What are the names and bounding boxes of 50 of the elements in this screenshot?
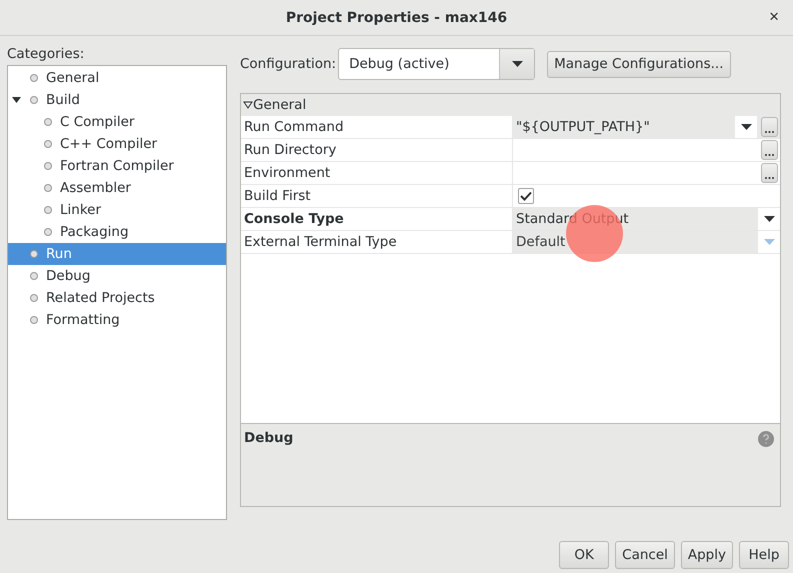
bullet-icon	[30, 96, 38, 104]
bullet-icon	[30, 316, 38, 324]
description-title: Debug	[244, 430, 294, 446]
bullet-icon	[44, 162, 52, 170]
dialog-button[interactable]: OK	[559, 541, 610, 569]
browse-button[interactable]	[761, 117, 778, 137]
bullet-icon	[30, 74, 38, 82]
tree-item[interactable]: Debug	[8, 265, 226, 287]
dropdown-arrow-icon	[512, 61, 523, 67]
tree-item[interactable]: C Compiler	[8, 111, 226, 133]
bullet-icon	[44, 118, 52, 126]
tree-item[interactable]: C++ Compiler	[8, 133, 226, 155]
tree-item[interactable]: Linker	[8, 199, 226, 221]
tree-item[interactable]: General	[8, 67, 226, 89]
dropdown-arrow-icon	[764, 216, 774, 222]
dropdown-arrow-icon	[740, 124, 752, 130]
help-icon	[758, 431, 774, 447]
bullet-icon	[30, 272, 38, 280]
property-name: Environment	[241, 162, 513, 184]
tree-item[interactable]: Assembler	[8, 177, 226, 199]
close-button[interactable]: ×	[769, 7, 779, 27]
bullet-icon	[30, 250, 38, 258]
tree-item[interactable]: Formatting	[8, 309, 226, 331]
property-name: Run Directory	[241, 139, 513, 161]
manage-configurations-button[interactable]: Manage Configurations...	[547, 50, 730, 78]
bullet-icon	[30, 294, 38, 302]
checkbox[interactable]	[518, 188, 534, 204]
categories-label: Categories:	[7, 45, 86, 64]
browse-button[interactable]	[761, 140, 778, 160]
dialog-button[interactable]: Help	[739, 541, 789, 569]
configuration-dropdown[interactable]: Debug (active)	[338, 48, 536, 80]
tree-item[interactable]: Packaging	[8, 221, 226, 243]
tree-item[interactable]: Related Projects	[8, 287, 226, 309]
window-title: Project Properties - max146	[286, 10, 508, 26]
value-field[interactable]: "${OUTPUT_PATH}"	[513, 116, 780, 138]
section-header: General	[253, 97, 306, 113]
bullet-icon	[44, 206, 52, 214]
dialog-button[interactable]: Apply	[680, 541, 733, 569]
collapse-icon[interactable]	[243, 101, 253, 109]
bullet-icon	[44, 184, 52, 192]
dropdown-arrow-icon	[764, 239, 774, 245]
bullet-icon	[44, 228, 52, 236]
tree-item[interactable]: Build	[8, 89, 226, 111]
tree-item[interactable]: Fortran Compiler	[8, 155, 226, 177]
bullet-icon	[44, 140, 52, 148]
browse-button[interactable]	[761, 163, 778, 183]
expander-icon[interactable]	[12, 97, 21, 103]
dialog-button[interactable]: Cancel	[615, 541, 675, 569]
property-name: Build First	[241, 185, 513, 207]
configuration-label: Configuration:	[240, 56, 336, 72]
